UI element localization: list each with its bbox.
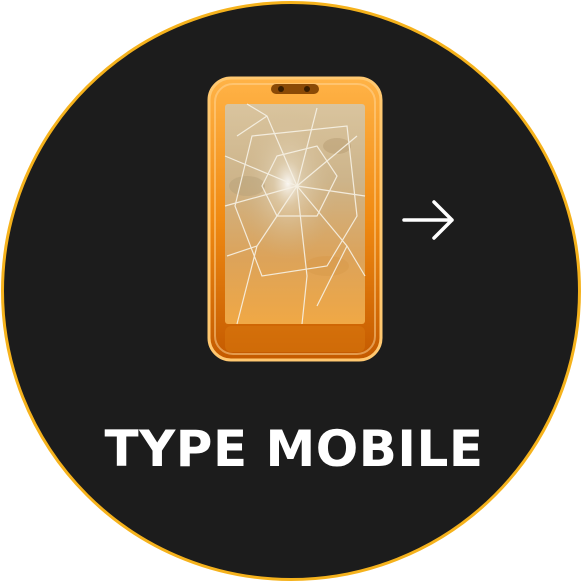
cracked-phone-icon (207, 76, 383, 362)
tile-label: TYPE MOBILE (104, 420, 484, 478)
arrow-right-icon[interactable] (400, 196, 460, 244)
type-mobile-tile[interactable]: TYPE MOBILE (0, 0, 588, 588)
